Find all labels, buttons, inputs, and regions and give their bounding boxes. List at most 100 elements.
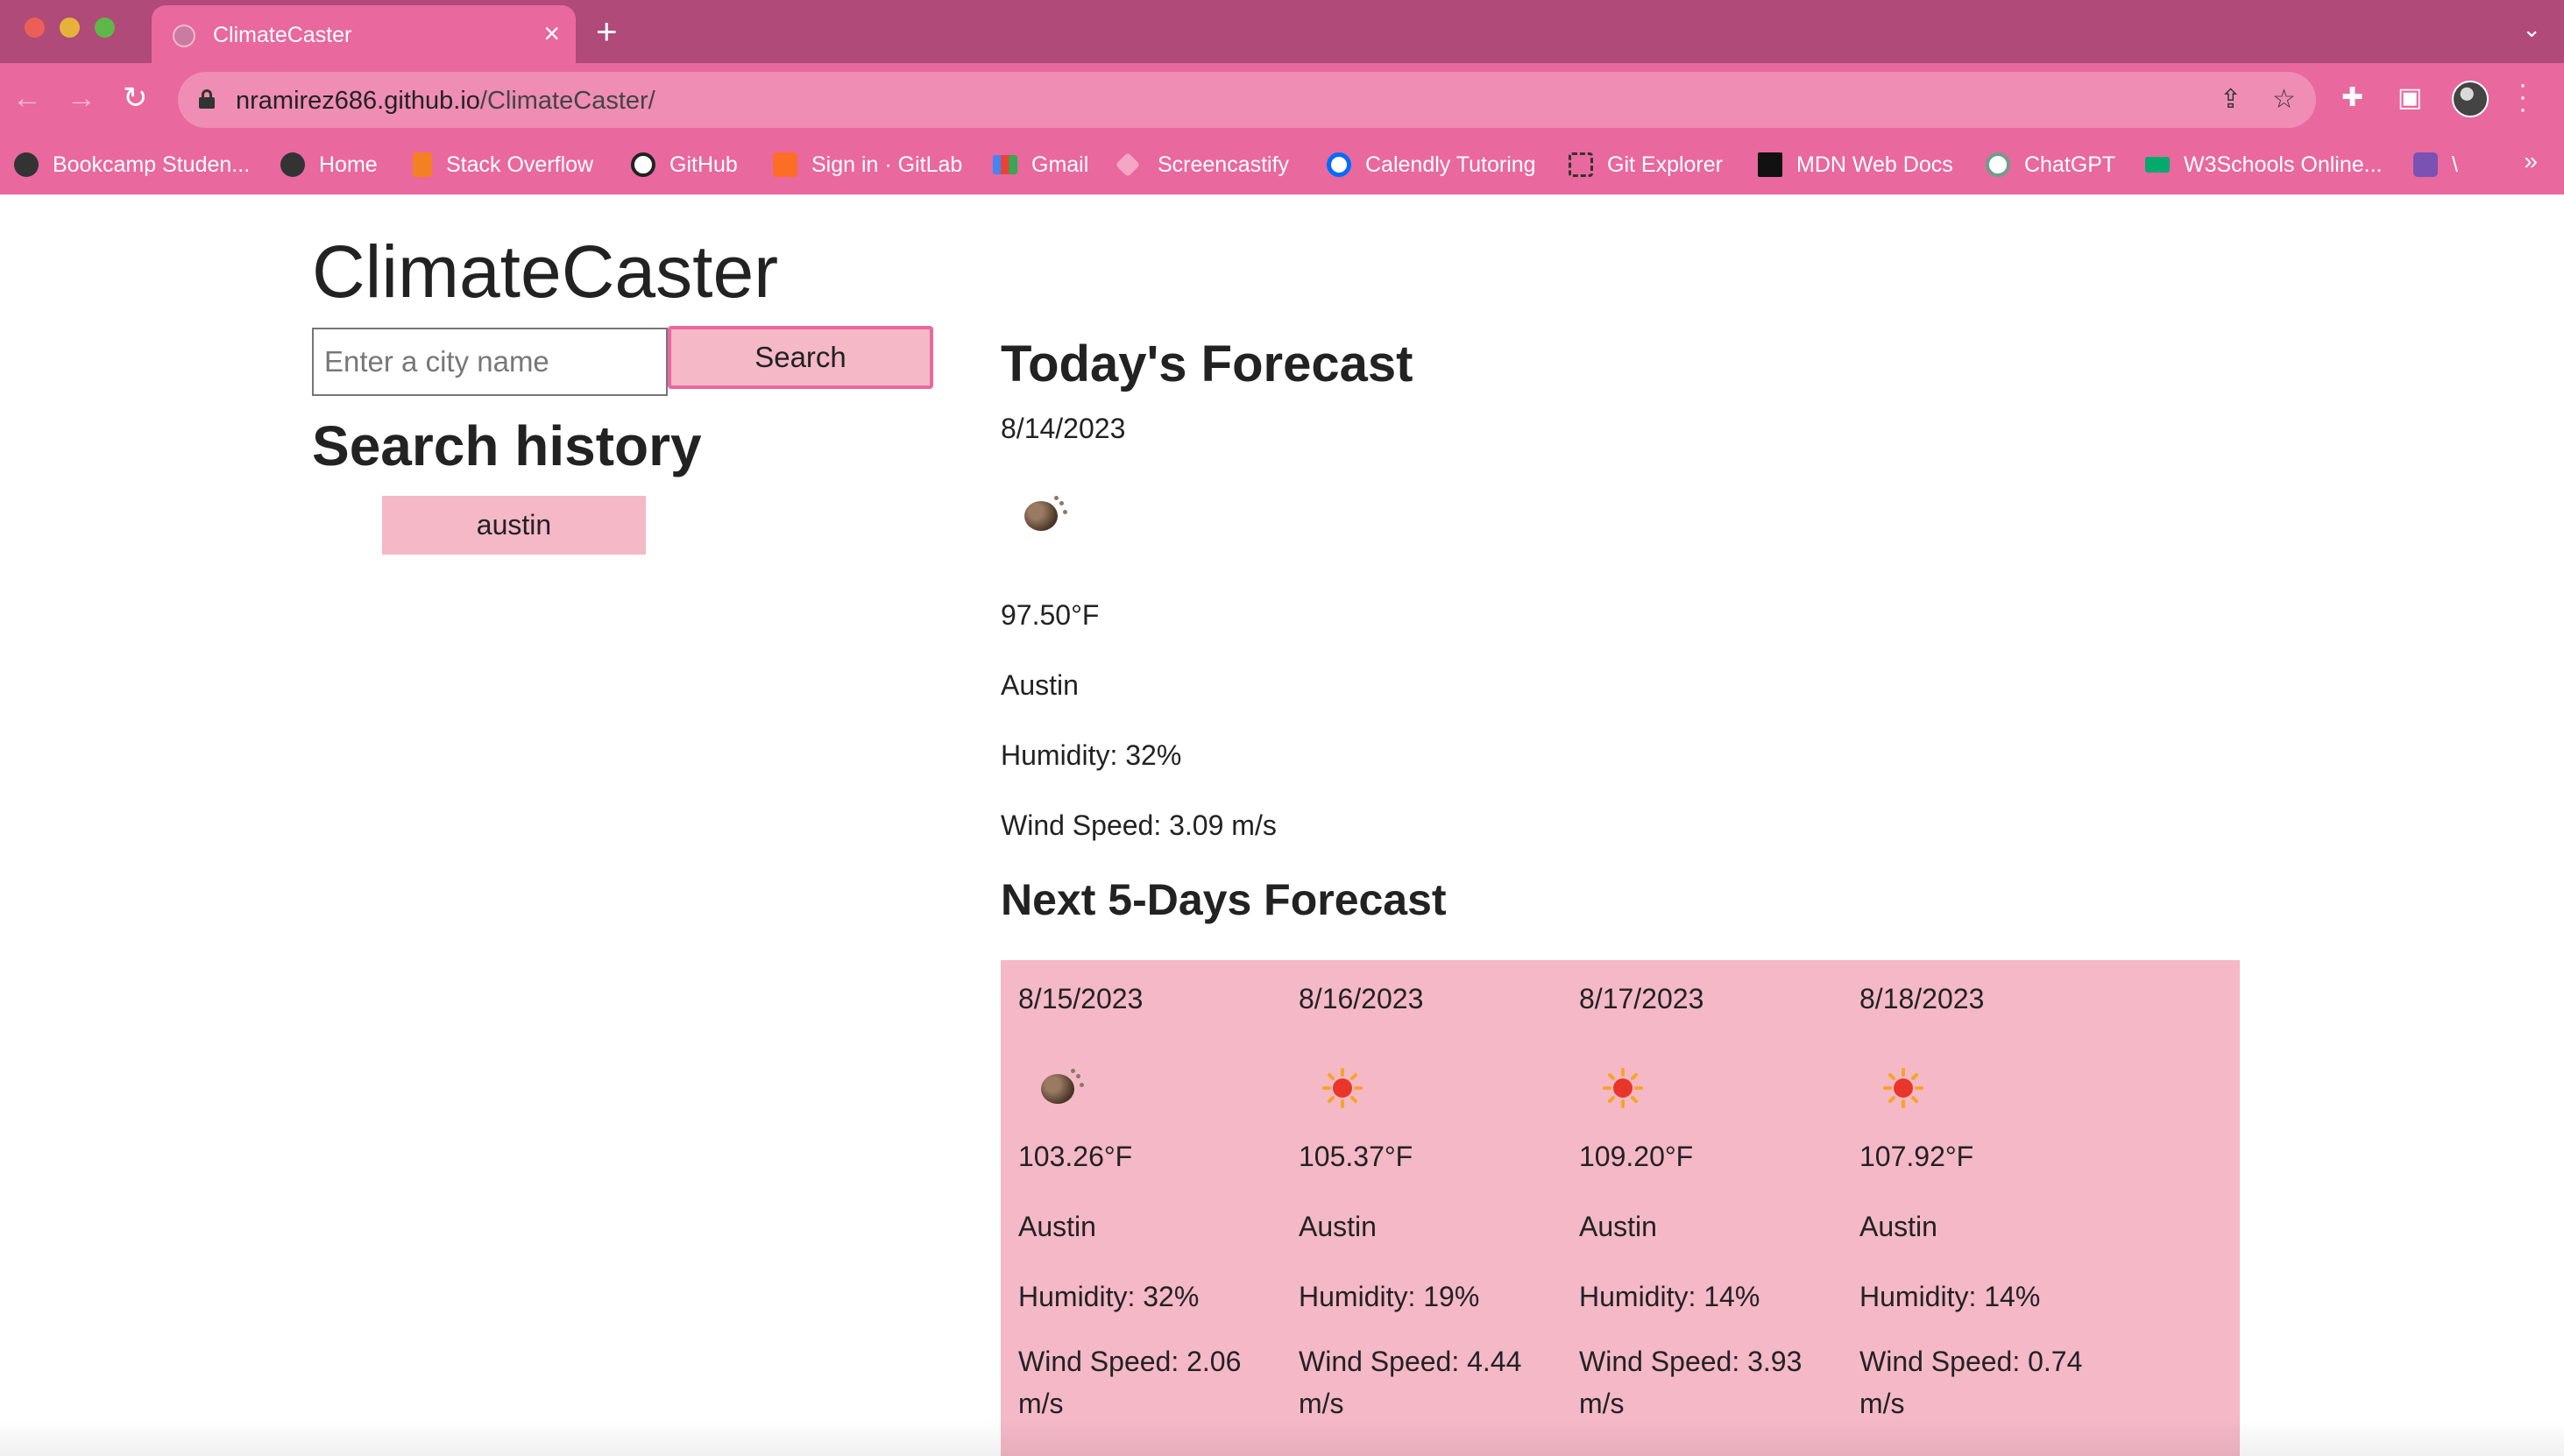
- forecast-humidity: Humidity: 14%: [1579, 1281, 1760, 1312]
- bookmark-label: Git Explorer: [1607, 152, 1723, 177]
- screencastify-icon: [1115, 152, 1141, 178]
- forecast-temperature: 105.37°F: [1299, 1141, 1413, 1172]
- globe-icon: [14, 152, 39, 177]
- tab-close-icon[interactable]: ×: [543, 18, 560, 49]
- bookmark-home[interactable]: Home: [280, 147, 378, 182]
- side-panel-icon[interactable]: ▣: [2398, 82, 2422, 113]
- maximize-window-button[interactable]: [95, 18, 115, 38]
- share-icon[interactable]: ⇪: [2220, 84, 2242, 115]
- bookmark-gmail[interactable]: Gmail: [993, 147, 1088, 182]
- today-date: 8/14/2023: [1001, 413, 1126, 444]
- gitlab-icon: [773, 152, 797, 177]
- forecast-date: 8/16/2023: [1299, 983, 1424, 1014]
- back-arrow-icon[interactable]: ←: [12, 82, 42, 114]
- gmail-icon: [993, 155, 1017, 174]
- browser-tab[interactable]: ClimateCaster ×: [152, 5, 576, 63]
- bookmark-gitlab[interactable]: Sign in · GitLab: [773, 147, 962, 182]
- bookmark-label: \: [2452, 152, 2458, 177]
- forecast-city: Austin: [1859, 1211, 1937, 1242]
- browser-tabstrip: ClimateCaster × + ⌄: [0, 0, 2564, 63]
- forecast-city: Austin: [1299, 1211, 1377, 1242]
- forecast-temperature: 109.20°F: [1579, 1141, 1694, 1172]
- forecast-wind-speed: Wind Speed: 4.44 m/s: [1299, 1346, 1522, 1419]
- forecast-temperature: 103.26°F: [1018, 1141, 1133, 1172]
- lock-icon[interactable]: [199, 89, 215, 109]
- extensions-puzzle-icon[interactable]: ✚: [2341, 82, 2363, 113]
- five-day-forecast-title: Next 5-Days Forecast: [1001, 875, 1447, 924]
- bookmark-calendly[interactable]: Calendly Tutoring: [1327, 147, 1536, 182]
- browser-menu-icon[interactable]: · · ·: [2518, 72, 2527, 123]
- bookmark-label: ChatGPT: [2024, 152, 2116, 177]
- forecast-humidity: Humidity: 14%: [1859, 1281, 2041, 1312]
- more-bookmarks-icon[interactable]: »: [2524, 147, 2538, 175]
- night-clouds-icon: [1024, 496, 1067, 531]
- bookmark-git-explorer[interactable]: Git Explorer: [1569, 147, 1723, 182]
- calendly-icon: [1327, 152, 1351, 177]
- minimize-window-button[interactable]: [60, 18, 80, 38]
- page-title: ClimateCaster: [312, 230, 779, 313]
- new-tab-button[interactable]: +: [596, 12, 618, 51]
- tab-title: ClimateCaster: [213, 23, 352, 47]
- mdn-icon: [1758, 152, 1782, 177]
- bookmark-label: GitHub: [669, 152, 738, 177]
- git-explorer-icon: [1569, 152, 1593, 177]
- window-bottom-shadow: [0, 1419, 2564, 1456]
- bookmark-label: Sign in · GitLab: [811, 152, 963, 177]
- history-item-austin[interactable]: austin: [382, 496, 646, 555]
- forecast-humidity: Humidity: 32%: [1018, 1281, 1200, 1312]
- forecast-city: Austin: [1579, 1211, 1657, 1242]
- forecast-humidity: Humidity: 19%: [1299, 1281, 1480, 1312]
- bookmark-bootstrap[interactable]: \: [2413, 147, 2458, 182]
- address-bar[interactable]: nramirez686.github.io/ClimateCaster/ ⇪ ☆: [178, 72, 2316, 128]
- today-city: Austin: [1001, 669, 1079, 701]
- reload-icon[interactable]: ↻: [123, 82, 148, 114]
- bootstrap-icon: [2413, 152, 2438, 177]
- forecast-wind-speed: Wind Speed: 2.06 m/s: [1018, 1346, 1242, 1419]
- bookmark-mdn[interactable]: MDN Web Docs: [1758, 147, 1953, 182]
- night-clouds-icon: [1041, 1069, 1084, 1104]
- stackoverflow-icon: [413, 152, 432, 177]
- forward-arrow-icon[interactable]: →: [67, 82, 96, 114]
- sun-icon: [1602, 1067, 1644, 1109]
- todays-forecast-title: Today's Forecast: [1001, 336, 1413, 392]
- search-button[interactable]: Search: [668, 326, 933, 389]
- browser-toolbar: ← → ↻ nramirez686.github.io/ClimateCaste…: [0, 63, 2564, 135]
- url-text: nramirez686.github.io/ClimateCaster/: [236, 87, 655, 115]
- bookmark-w3schools[interactable]: W3Schools Online...: [2145, 147, 2383, 182]
- bookmark-stack-overflow[interactable]: Stack Overflow: [413, 147, 593, 182]
- bookmark-label: W3Schools Online...: [2184, 152, 2383, 177]
- bookmark-label: MDN Web Docs: [1796, 152, 1953, 177]
- bookmark-bookcamp[interactable]: Bookcamp Studen...: [14, 147, 250, 182]
- bookmark-github[interactable]: GitHub: [631, 147, 738, 182]
- sun-icon: [1321, 1067, 1363, 1109]
- forecast-date: 8/15/2023: [1018, 983, 1144, 1014]
- bookmark-label: Calendly Tutoring: [1365, 152, 1536, 177]
- today-temperature: 97.50°F: [1001, 599, 1100, 631]
- close-window-button[interactable]: [25, 18, 45, 38]
- bookmark-screencastify[interactable]: Screencastify: [1115, 147, 1289, 182]
- bookmark-label: Home: [319, 152, 378, 177]
- tab-list-chevron-icon[interactable]: ⌄: [2522, 16, 2541, 43]
- bookmark-label: Stack Overflow: [446, 152, 594, 177]
- w3schools-icon: [2145, 157, 2170, 173]
- bookmark-label: Gmail: [1031, 152, 1089, 177]
- forecast-wind-speed: Wind Speed: 3.93 m/s: [1579, 1346, 1803, 1419]
- chatgpt-icon: [1986, 152, 2010, 177]
- city-search-input[interactable]: [312, 328, 668, 396]
- sun-icon: [1882, 1067, 1924, 1109]
- tab-favicon-icon: [173, 25, 195, 47]
- forecast-city: Austin: [1018, 1211, 1096, 1242]
- today-wind-speed: Wind Speed: 3.09 m/s: [1001, 809, 1277, 841]
- github-icon: [631, 152, 655, 177]
- globe-icon: [280, 152, 305, 177]
- five-day-forecast-container: 8/15/2023 103.26°F Austin Humidity: 32% …: [1001, 960, 2240, 1456]
- today-humidity: Humidity: 32%: [1001, 739, 1182, 771]
- forecast-date: 8/17/2023: [1579, 983, 1704, 1014]
- forecast-wind-speed: Wind Speed: 0.74 m/s: [1859, 1346, 2083, 1419]
- profile-avatar[interactable]: [2452, 81, 2489, 117]
- bookmark-star-icon[interactable]: ☆: [2272, 84, 2296, 115]
- bookmarks-bar: Bookcamp Studen... Home Stack Overflow G…: [0, 135, 2564, 194]
- forecast-date: 8/18/2023: [1859, 983, 1985, 1014]
- forecast-temperature: 107.92°F: [1859, 1141, 1974, 1172]
- bookmark-chatgpt[interactable]: ChatGPT: [1986, 147, 2115, 182]
